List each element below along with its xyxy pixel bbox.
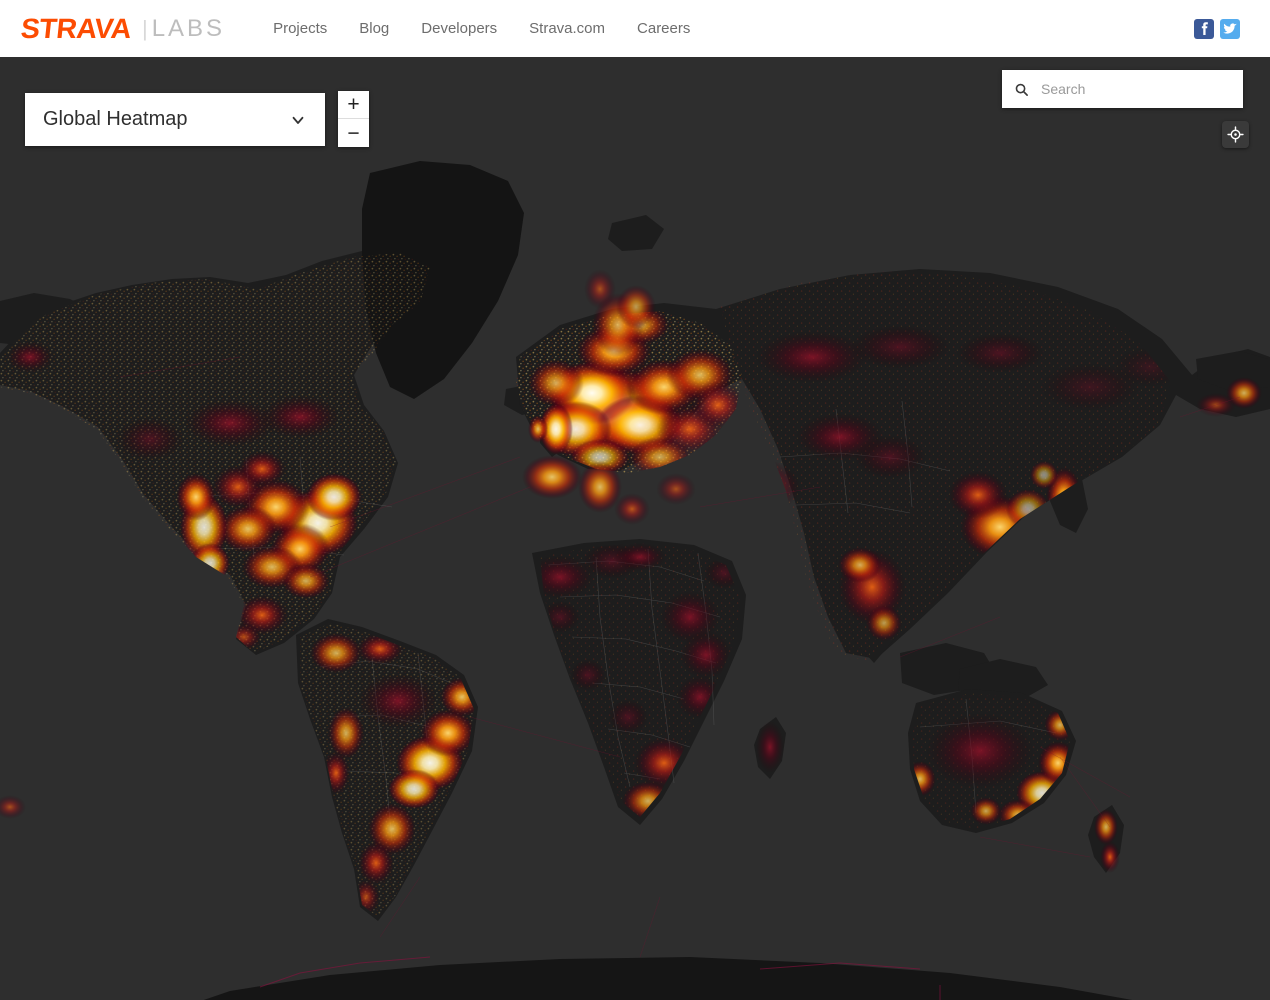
search-box[interactable]: [1002, 70, 1243, 108]
nav-item-blog[interactable]: Blog: [359, 20, 389, 37]
strava-labs-logo[interactable]: STRAVA | LABS: [19, 12, 226, 44]
nav-item-careers[interactable]: Careers: [637, 20, 690, 37]
search-icon: [1015, 83, 1028, 96]
zoom-out-button[interactable]: −: [338, 119, 369, 147]
nav-item-strava-com[interactable]: Strava.com: [529, 20, 605, 37]
layer-select-dropdown[interactable]: Global Heatmap: [25, 93, 325, 146]
crosshair-icon: [1227, 126, 1244, 143]
twitter-icon[interactable]: [1220, 18, 1240, 39]
facebook-icon[interactable]: [1194, 18, 1214, 39]
zoom-in-button[interactable]: +: [338, 91, 369, 119]
nav-item-developers[interactable]: Developers: [421, 20, 497, 37]
search-input[interactable]: [1041, 81, 1231, 97]
nav-item-projects[interactable]: Projects: [273, 20, 327, 37]
social-links: [1194, 18, 1240, 39]
main-nav: Projects Blog Developers Strava.com Care…: [273, 20, 690, 37]
heat-madagascar: [756, 721, 784, 773]
layer-select-label: Global Heatmap: [43, 108, 188, 130]
labs-wordmark: LABS: [151, 14, 226, 42]
site-header: STRAVA | LABS Projects Blog Developers S…: [0, 0, 1270, 57]
zoom-controls: + −: [338, 91, 369, 147]
chevron-down-icon: [292, 116, 304, 124]
strava-wordmark: STRAVA: [19, 12, 133, 44]
logo-divider: |: [141, 15, 148, 41]
locate-me-button[interactable]: [1222, 121, 1249, 148]
heatmap-canvas[interactable]: [0, 57, 1270, 1000]
world-heatmap: [0, 57, 1270, 1000]
